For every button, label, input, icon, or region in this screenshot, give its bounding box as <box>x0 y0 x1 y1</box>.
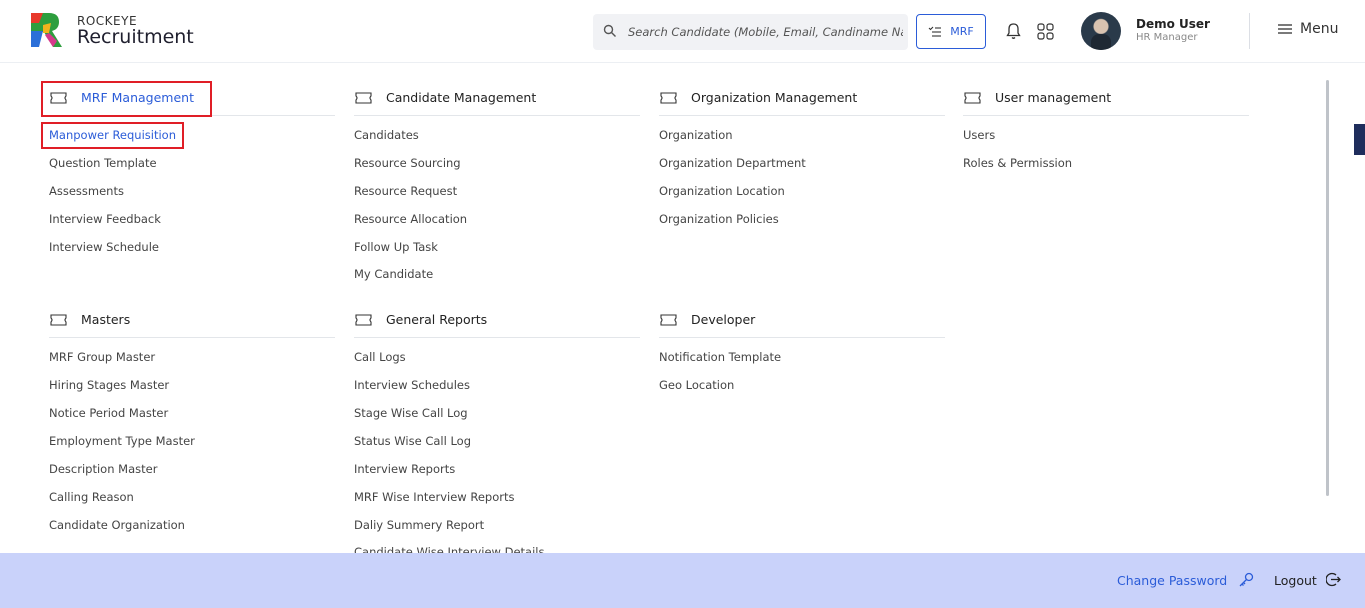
menu-item-organization-policies[interactable]: Organization Policies <box>659 212 779 226</box>
menu-item-assessments[interactable]: Assessments <box>49 184 124 198</box>
menu-item-mrf-group-master[interactable]: MRF Group Master <box>49 350 155 364</box>
menu-item-calling-reason[interactable]: Calling Reason <box>49 490 134 504</box>
highlight-box <box>41 81 212 117</box>
menu-button[interactable]: Menu <box>1278 21 1338 37</box>
menu-item-interview-feedback[interactable]: Interview Feedback <box>49 212 161 226</box>
section-user-management[interactable]: User management <box>963 80 1249 116</box>
menu-item-mrf-wise-interview-reports[interactable]: MRF Wise Interview Reports <box>354 490 514 504</box>
logout-icon[interactable] <box>1326 572 1341 587</box>
menu-item-description-master[interactable]: Description Master <box>49 462 157 476</box>
menu-item-notification-template[interactable]: Notification Template <box>659 350 781 364</box>
section-title: Candidate Management <box>386 90 537 105</box>
menu-item-candidates[interactable]: Candidates <box>354 128 419 142</box>
menu-item-roles-permission[interactable]: Roles & Permission <box>963 156 1072 170</box>
menu-item-candidate-wise-interview-details[interactable]: Candidate Wise Interview Details <box>354 545 544 553</box>
key-icon[interactable] <box>1238 572 1254 588</box>
list-check-icon <box>928 26 942 37</box>
menu-item-geo-location[interactable]: Geo Location <box>659 378 734 392</box>
ticket-icon <box>964 91 981 104</box>
side-panel-tab[interactable] <box>1354 124 1365 155</box>
brand-name: Recruitment <box>77 26 194 48</box>
scrollbar[interactable] <box>1326 80 1329 496</box>
section-candidate-management[interactable]: Candidate Management <box>354 80 640 116</box>
menu-item-call-logs[interactable]: Call Logs <box>354 350 406 364</box>
menu-item-follow-up-task[interactable]: Follow Up Task <box>354 240 438 254</box>
change-password-link[interactable]: Change Password <box>1117 573 1227 588</box>
search-input[interactable] <box>628 14 903 50</box>
menu-item-interview-schedules[interactable]: Interview Schedules <box>354 378 470 392</box>
section-title: Masters <box>81 312 131 327</box>
menu-footer: Change Password Logout <box>0 553 1365 608</box>
ticket-icon <box>660 313 677 326</box>
menu-label: Menu <box>1300 21 1339 37</box>
menu-item-users[interactable]: Users <box>963 128 995 142</box>
highlight-box <box>41 122 184 149</box>
user-role: HR Manager <box>1136 32 1198 43</box>
menu-item-employment-type-master[interactable]: Employment Type Master <box>49 434 195 448</box>
menu-item-hiring-stages-master[interactable]: Hiring Stages Master <box>49 378 169 392</box>
user-name: Demo User <box>1136 17 1210 31</box>
menu-item-resource-allocation[interactable]: Resource Allocation <box>354 212 467 226</box>
ticket-icon <box>50 313 67 326</box>
avatar[interactable] <box>1081 12 1121 50</box>
menu-item-resource-sourcing[interactable]: Resource Sourcing <box>354 156 461 170</box>
header-divider <box>1249 13 1250 49</box>
menu-item-daily-summery-report[interactable]: Daliy Summery Report <box>354 518 484 532</box>
menu-item-stage-wise-call-log[interactable]: Stage Wise Call Log <box>354 406 468 420</box>
menu-item-organization-location[interactable]: Organization Location <box>659 184 785 198</box>
menu-item-resource-request[interactable]: Resource Request <box>354 184 457 198</box>
bell-icon[interactable] <box>1005 22 1022 40</box>
menu-item-interview-schedule[interactable]: Interview Schedule <box>49 240 159 254</box>
mrf-button[interactable]: MRF <box>916 14 986 49</box>
menu-item-organization[interactable]: Organization <box>659 128 733 142</box>
rockeye-logo[interactable] <box>29 11 65 49</box>
section-organization-management[interactable]: Organization Management <box>659 80 945 116</box>
apps-grid-icon[interactable] <box>1037 23 1054 40</box>
section-general-reports[interactable]: General Reports <box>354 302 640 338</box>
section-title: Organization Management <box>691 90 858 105</box>
section-title: General Reports <box>386 312 488 327</box>
menu-item-candidate-organization[interactable]: Candidate Organization <box>49 518 185 532</box>
hamburger-icon <box>1278 24 1292 34</box>
search-box[interactable] <box>593 14 908 50</box>
ticket-icon <box>660 91 677 104</box>
search-icon <box>603 24 616 37</box>
menu-item-interview-reports[interactable]: Interview Reports <box>354 462 455 476</box>
logout-link[interactable]: Logout <box>1274 573 1317 588</box>
menu-item-my-candidate[interactable]: My Candidate <box>354 267 433 281</box>
ticket-icon <box>355 91 372 104</box>
mrf-button-label: MRF <box>950 25 974 38</box>
top-bar: ROCKEYE Recruitment MRF Demo User HR Man… <box>0 0 1365 63</box>
menu-item-status-wise-call-log[interactable]: Status Wise Call Log <box>354 434 471 448</box>
ticket-icon <box>355 313 372 326</box>
menu-item-organization-department[interactable]: Organization Department <box>659 156 806 170</box>
section-title: Developer <box>691 312 756 327</box>
menu-item-question-template[interactable]: Question Template <box>49 156 157 170</box>
section-title: User management <box>995 90 1112 105</box>
section-masters[interactable]: Masters <box>49 302 335 338</box>
section-developer[interactable]: Developer <box>659 302 945 338</box>
menu-item-notice-period-master[interactable]: Notice Period Master <box>49 406 168 420</box>
